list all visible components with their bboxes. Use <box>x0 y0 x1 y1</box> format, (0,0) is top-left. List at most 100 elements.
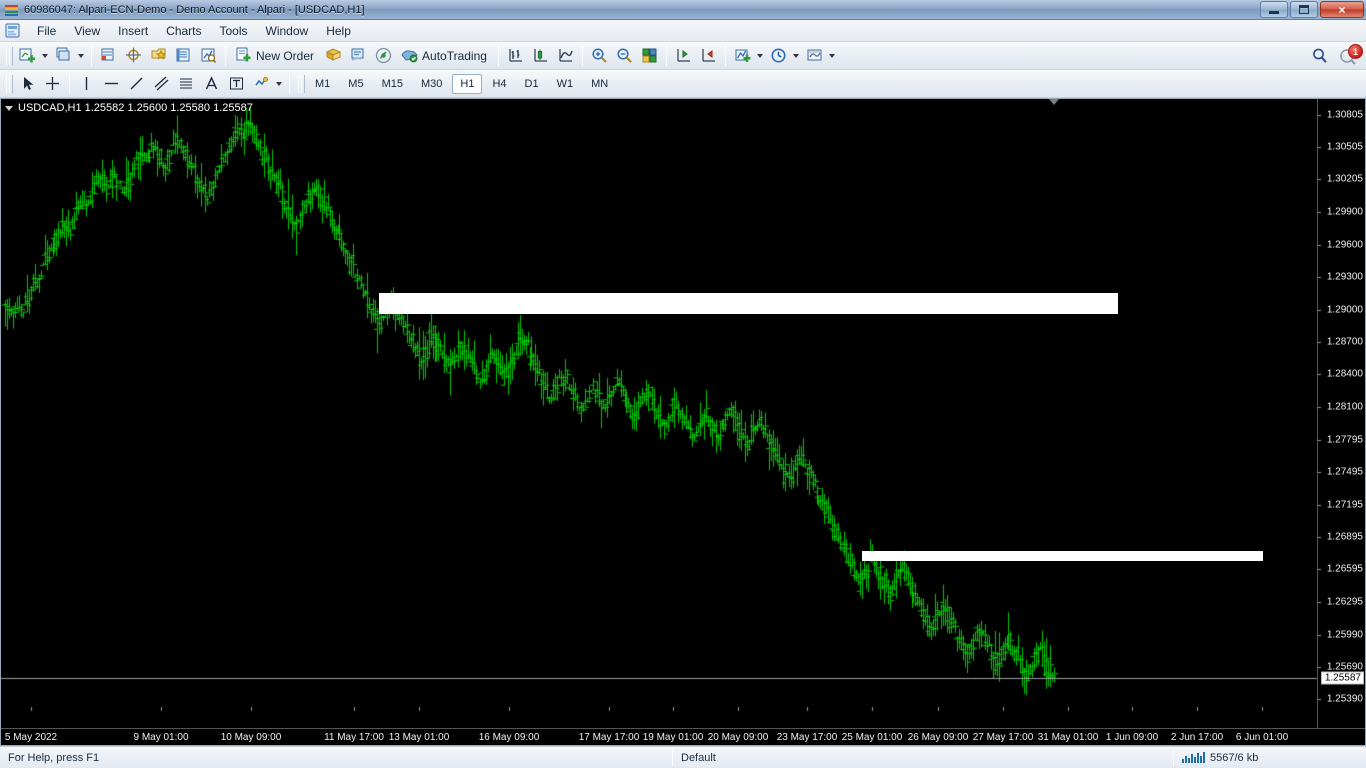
bar-chart-button[interactable] <box>503 44 528 68</box>
shapes-tool[interactable] <box>249 72 285 96</box>
restore-button[interactable] <box>1290 1 1318 18</box>
network-traffic-icon <box>1182 752 1205 763</box>
auto-scroll-button[interactable] <box>696 44 721 68</box>
chart-symbol-header: USDCAD,H1 1.25582 1.25600 1.25580 1.2558… <box>5 102 253 114</box>
candlestick-chart-button[interactable] <box>528 44 553 68</box>
price-chart-canvas[interactable] <box>1 99 1365 724</box>
strategy-tester-button[interactable] <box>196 44 221 68</box>
menu-item-file[interactable]: File <box>28 21 65 41</box>
chevron-down-icon[interactable] <box>756 53 763 58</box>
fibonacci-retracement-tool[interactable] <box>174 72 199 96</box>
crosshair-tool[interactable] <box>40 72 65 96</box>
price-tick-label: 1.30205 <box>1326 173 1363 185</box>
chart-shift-anchor-icon[interactable] <box>1049 99 1059 105</box>
menu-item-tools[interactable]: Tools <box>211 21 257 41</box>
timeframe-h4[interactable]: H4 <box>484 74 514 94</box>
new-order-icon <box>236 47 251 62</box>
search-button[interactable] <box>1308 44 1332 68</box>
status-profile[interactable]: Default <box>673 747 1173 768</box>
line-chart-button[interactable] <box>553 44 578 68</box>
new-order-button[interactable]: New Order <box>230 44 321 68</box>
price-tick-label: 1.28100 <box>1326 401 1363 413</box>
time-tick-label: 9 May 01:00 <box>133 732 189 743</box>
close-button[interactable]: × <box>1320 1 1364 18</box>
metaeditor-button[interactable] <box>321 44 346 68</box>
timeframe-m15[interactable]: M15 <box>374 74 411 94</box>
chart-shift-button[interactable] <box>671 44 696 68</box>
cursor-tool[interactable] <box>15 72 40 96</box>
timeframe-w1[interactable]: W1 <box>549 74 582 94</box>
chevron-down-icon[interactable] <box>792 53 799 58</box>
zoom-in-button[interactable] <box>587 44 612 68</box>
horizontal-line-tool[interactable] <box>99 72 124 96</box>
alerts-button[interactable]: 1 <box>1338 44 1363 67</box>
data-window-button[interactable] <box>121 44 146 68</box>
text-tool[interactable] <box>199 72 224 96</box>
menu-item-window[interactable]: Window <box>257 21 318 41</box>
trendline-icon <box>130 77 143 90</box>
line-toolbar-grip[interactable] <box>5 74 13 94</box>
signals-broadcast-icon <box>375 47 392 64</box>
chart-window[interactable]: USDCAD,H1 1.25582 1.25600 1.25580 1.2558… <box>0 98 1366 746</box>
time-tick-label: 16 May 09:00 <box>478 732 540 743</box>
crosshair-target-icon <box>126 47 141 63</box>
chevron-down-icon[interactable] <box>276 81 282 86</box>
menu-item-insert[interactable]: Insert <box>109 21 157 41</box>
timeframe-h1[interactable]: H1 <box>452 73 483 94</box>
timeframe-mn[interactable]: MN <box>583 74 616 94</box>
price-scale[interactable]: 1.30805 1.30505 1.30205 1.29900 1.29600 1.293… <box>1317 99 1365 745</box>
timeframe-m5[interactable]: M5 <box>340 74 371 94</box>
minimize-button[interactable] <box>1260 1 1288 18</box>
chart-ohlc-label: USDCAD,H1 1.25582 1.25600 1.25580 1.2558… <box>18 102 253 114</box>
timeframe-m30[interactable]: M30 <box>413 74 450 94</box>
timeframe-d1[interactable]: D1 <box>517 74 547 94</box>
chevron-down-icon[interactable] <box>828 53 835 58</box>
chevron-down-icon[interactable] <box>78 53 84 58</box>
periods-button[interactable] <box>766 44 802 68</box>
new-chart-button[interactable] <box>15 44 51 68</box>
timeframe-toolbar-grip[interactable] <box>297 74 305 94</box>
time-tick-label: 1 Jun 09:00 <box>1105 732 1159 743</box>
toolbar-grip[interactable] <box>5 46 13 66</box>
toolbar-separator <box>665 45 667 66</box>
tile-windows-button[interactable] <box>637 44 662 68</box>
mql5-community-button[interactable] <box>346 44 371 68</box>
menu-items: File View Insert Charts Tools Window Help <box>28 21 360 41</box>
autotrading-button[interactable]: AutoTrading <box>396 44 494 68</box>
indicators-button[interactable] <box>730 44 766 68</box>
navigator-button[interactable] <box>146 44 171 68</box>
time-tick-label: 5 May 2022 <box>4 732 58 743</box>
minimize-icon <box>1269 11 1279 14</box>
time-scale[interactable]: 5 May 2022 9 May 01:00 10 May 09:00 11 May … <box>1 728 1365 745</box>
signals-button[interactable] <box>371 44 396 68</box>
price-tick-label: 1.29900 <box>1326 206 1363 218</box>
fibonacci-icon <box>180 78 192 89</box>
navigator-star-icon <box>151 48 167 60</box>
market-watch-button[interactable] <box>96 44 121 68</box>
equidistant-channel-tool[interactable] <box>149 72 174 96</box>
terminal-list-icon <box>176 48 190 62</box>
menu-item-help[interactable]: Help <box>317 21 360 41</box>
time-tick-label: 6 Jun 01:00 <box>1235 732 1289 743</box>
menu-item-view[interactable]: View <box>65 21 109 41</box>
strategy-tester-icon <box>201 48 217 63</box>
chevron-down-icon[interactable] <box>42 53 48 58</box>
autotrading-button-label: AutoTrading <box>422 48 487 63</box>
trendline-tool[interactable] <box>124 72 149 96</box>
mql5-community-icon <box>351 48 364 61</box>
vertical-line-tool[interactable] <box>74 72 99 96</box>
chevron-down-icon[interactable] <box>5 105 13 111</box>
profiles-button[interactable] <box>51 44 87 68</box>
text-label-tool[interactable] <box>224 72 249 96</box>
supply-zone[interactable] <box>379 292 1118 314</box>
metatrader-window: 60986047: Alpari-ECN-Demo - Demo Account… <box>0 0 1366 768</box>
time-tick-label: 11 May 17:00 <box>324 732 384 743</box>
terminal-button[interactable] <box>171 44 196 68</box>
demand-zone[interactable] <box>862 551 1263 562</box>
templates-button[interactable] <box>802 44 838 68</box>
candlestick-chart-icon <box>534 49 547 62</box>
menu-item-charts[interactable]: Charts <box>157 21 210 41</box>
zoom-out-button[interactable] <box>612 44 637 68</box>
timeframe-m1[interactable]: M1 <box>307 74 338 94</box>
price-tick-label: 1.29000 <box>1326 304 1363 316</box>
